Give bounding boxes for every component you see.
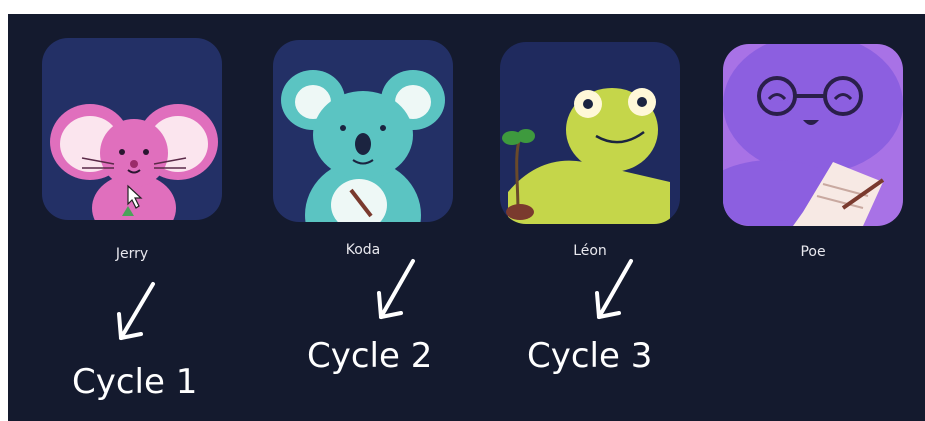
cycle-label-2: Cycle 2 bbox=[307, 336, 433, 376]
chameleon-icon bbox=[502, 88, 670, 224]
koala-icon bbox=[281, 70, 445, 222]
character-name-poe: Poe bbox=[800, 244, 826, 260]
character-card-poe[interactable] bbox=[723, 44, 903, 226]
octopus-icon bbox=[723, 44, 903, 226]
character-name-jerry: Jerry bbox=[115, 246, 149, 262]
character-card-koda[interactable] bbox=[273, 40, 453, 222]
cycle-label-1: Cycle 1 bbox=[72, 362, 198, 402]
character-card-jerry[interactable] bbox=[42, 38, 222, 220]
arrow-down-left-icon bbox=[377, 259, 415, 319]
cycle-label-3: Cycle 3 bbox=[527, 336, 653, 376]
mouse-icon bbox=[50, 104, 218, 220]
character-card-leon[interactable] bbox=[500, 42, 680, 224]
arrow-down-left-icon bbox=[595, 259, 633, 319]
arrow-down-left-icon bbox=[117, 282, 155, 340]
character-name-koda: Koda bbox=[345, 242, 381, 258]
